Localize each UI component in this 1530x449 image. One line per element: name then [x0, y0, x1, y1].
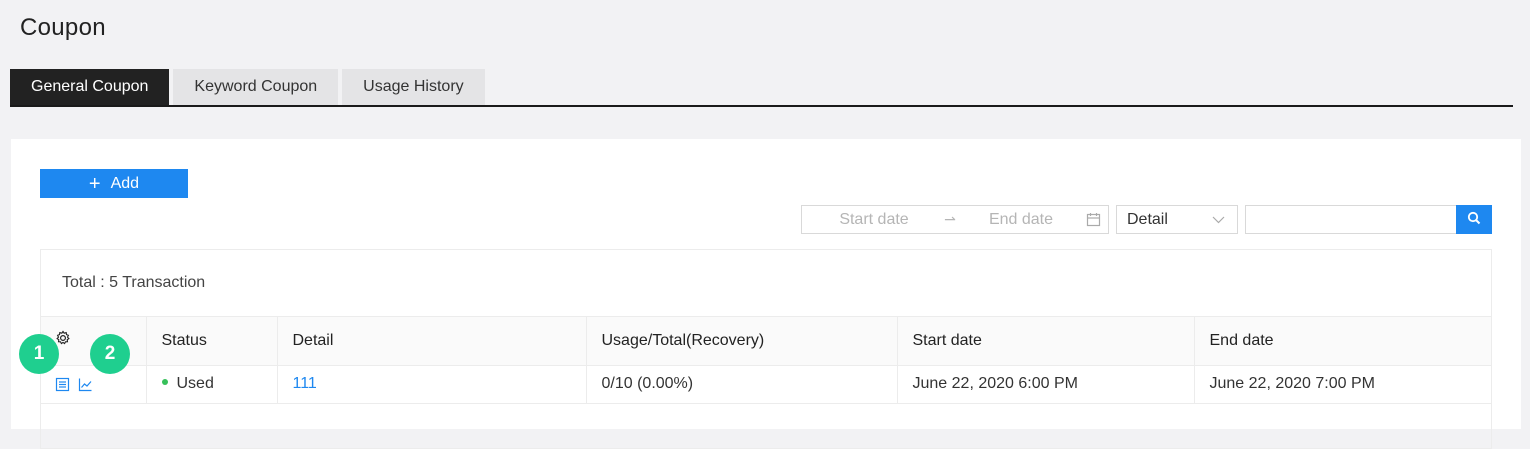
start-date-field[interactable]: Start date	[814, 211, 934, 229]
content-panel: + Add Start date ⇀ End date Detail Total…	[11, 139, 1521, 449]
calendar-icon[interactable]	[1086, 212, 1101, 227]
page-title: Coupon	[20, 14, 106, 41]
total-count: Total : 5 Transaction	[41, 250, 1491, 317]
status-dot-icon	[161, 378, 168, 385]
tab-bar: General Coupon Keyword Coupon Usage Hist…	[10, 69, 1513, 107]
column-usage: Usage/Total(Recovery)	[586, 317, 898, 366]
filter-select[interactable]: Detail	[1116, 205, 1238, 234]
line-chart-icon[interactable]	[78, 377, 93, 392]
search-input[interactable]	[1245, 205, 1457, 234]
row-actions	[41, 365, 147, 404]
add-button[interactable]: + Add	[40, 169, 188, 198]
detail-cell: 111	[277, 365, 587, 404]
table-header-row: Status Detail Usage/Total(Recovery) Star…	[41, 317, 1491, 366]
date-range-picker[interactable]: Start date ⇀ End date	[801, 205, 1109, 234]
column-status: Status	[146, 317, 278, 366]
chevron-down-icon	[1212, 211, 1225, 229]
search-icon	[1467, 211, 1481, 228]
start-date-cell: June 22, 2020 6:00 PM	[897, 365, 1195, 404]
usage-cell: 0/10 (0.00%)	[586, 365, 898, 404]
search-button[interactable]	[1456, 205, 1492, 234]
tab-usage-history[interactable]: Usage History	[342, 69, 485, 105]
coupon-table: Total : 5 Transaction Status Detail Usag…	[40, 249, 1492, 449]
end-date-field[interactable]: End date	[966, 211, 1076, 229]
column-start-date: Start date	[897, 317, 1195, 366]
step-badge-1: 1	[19, 334, 59, 374]
end-date-cell: June 22, 2020 7:00 PM	[1194, 365, 1491, 404]
tab-keyword-coupon[interactable]: Keyword Coupon	[173, 69, 339, 105]
detail-link[interactable]: 111	[293, 375, 317, 392]
column-detail: Detail	[277, 317, 587, 366]
list-detail-icon[interactable]	[55, 377, 70, 392]
arrow-right-icon: ⇀	[944, 211, 956, 227]
step-badge-2: 2	[90, 334, 130, 374]
filter-select-value: Detail	[1127, 210, 1168, 228]
column-end-date: End date	[1194, 317, 1491, 366]
add-button-label: Add	[110, 174, 140, 192]
status-cell: Used	[146, 365, 278, 404]
tab-general-coupon[interactable]: General Coupon	[10, 69, 170, 105]
plus-icon: +	[88, 172, 101, 195]
table-row: Used 111 0/10 (0.00%) June 22, 2020 6:00…	[41, 365, 1491, 404]
status-text: Used	[176, 375, 214, 392]
